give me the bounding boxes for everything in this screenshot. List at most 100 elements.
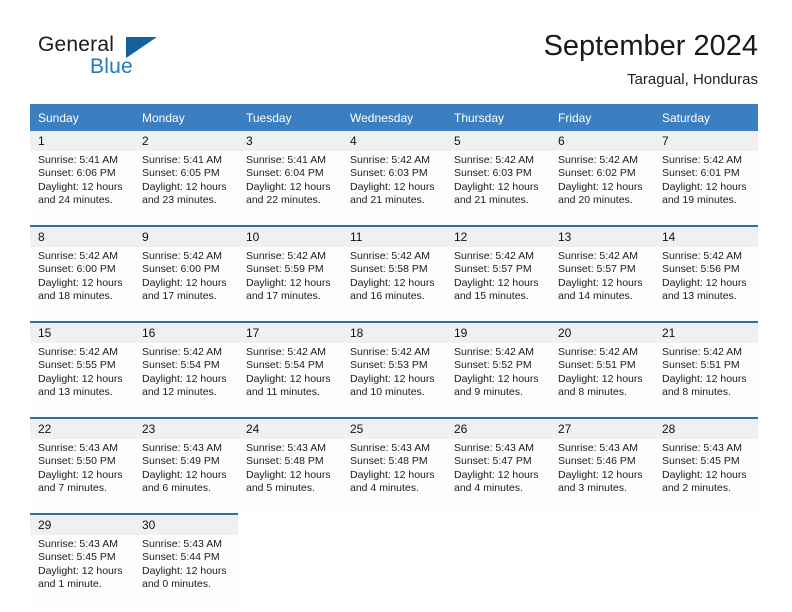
daylight-text-line2: and 2 minutes. [662, 482, 731, 495]
day-cell[interactable]: Sunrise: 5:42 AM Sunset: 5:54 PM Dayligh… [238, 343, 342, 418]
day-cell[interactable]: Sunrise: 5:42 AM Sunset: 5:51 PM Dayligh… [550, 343, 654, 418]
daylight-text-line2: and 21 minutes. [350, 194, 425, 207]
day-cell[interactable]: Sunrise: 5:41 AM Sunset: 6:05 PM Dayligh… [134, 151, 238, 226]
day-number[interactable]: 13 [550, 225, 654, 247]
daylight-text-line2: and 11 minutes. [246, 386, 320, 399]
day-number[interactable]: 26 [446, 417, 550, 439]
day-number[interactable]: 11 [342, 225, 446, 247]
daylight-text-line2: and 8 minutes. [558, 386, 627, 399]
day-cell[interactable]: Sunrise: 5:42 AM Sunset: 6:02 PM Dayligh… [550, 151, 654, 226]
day-cell[interactable]: Sunrise: 5:43 AM Sunset: 5:48 PM Dayligh… [238, 439, 342, 514]
day-cell[interactable]: Sunrise: 5:41 AM Sunset: 6:06 PM Dayligh… [30, 151, 134, 226]
day-number[interactable]: 4 [342, 131, 446, 151]
sunrise-text: Sunrise: 5:42 AM [454, 154, 534, 166]
day-number[interactable]: 7 [654, 131, 758, 151]
day-cell[interactable]: Sunrise: 5:43 AM Sunset: 5:47 PM Dayligh… [446, 439, 550, 514]
day-cell[interactable]: Sunrise: 5:42 AM Sunset: 5:56 PM Dayligh… [654, 247, 758, 322]
daylight-text-line2: and 4 minutes. [454, 482, 523, 495]
day-cell[interactable]: Sunrise: 5:42 AM Sunset: 5:53 PM Dayligh… [342, 343, 446, 418]
day-number[interactable]: 18 [342, 321, 446, 343]
day-cell[interactable]: Sunrise: 5:42 AM Sunset: 6:03 PM Dayligh… [446, 151, 550, 226]
day-number[interactable]: 8 [30, 225, 134, 247]
day-cell[interactable]: Sunrise: 5:42 AM Sunset: 6:00 PM Dayligh… [134, 247, 238, 322]
daylight-text-line1: Daylight: 12 hours [142, 276, 227, 289]
day-cell[interactable]: Sunrise: 5:42 AM Sunset: 5:52 PM Dayligh… [446, 343, 550, 418]
sunrise-text: Sunrise: 5:42 AM [142, 250, 222, 262]
day-cell[interactable]: Sunrise: 5:42 AM Sunset: 5:57 PM Dayligh… [550, 247, 654, 322]
day-cell[interactable]: Sunrise: 5:43 AM Sunset: 5:46 PM Dayligh… [550, 439, 654, 514]
day-number[interactable]: 23 [134, 417, 238, 439]
day-cell[interactable]: Sunrise: 5:42 AM Sunset: 6:01 PM Dayligh… [654, 151, 758, 226]
daylight-text-line2: and 10 minutes. [350, 386, 425, 399]
day-cell[interactable]: Sunrise: 5:43 AM Sunset: 5:49 PM Dayligh… [134, 439, 238, 514]
empty-day-cell [446, 535, 550, 609]
day-cell[interactable]: Sunrise: 5:43 AM Sunset: 5:44 PM Dayligh… [134, 535, 238, 609]
title-block: September 2024 Taragual, Honduras [544, 28, 758, 90]
sunset-text: Sunset: 6:06 PM [38, 167, 116, 180]
day-cell[interactable]: Sunrise: 5:42 AM Sunset: 6:00 PM Dayligh… [30, 247, 134, 322]
daylight-text-line2: and 3 minutes. [558, 482, 627, 495]
day-number[interactable]: 15 [30, 321, 134, 343]
general-blue-logo[interactable]: General Blue [38, 33, 238, 89]
daylight-text-line1: Daylight: 12 hours [454, 468, 539, 481]
day-number[interactable]: 10 [238, 225, 342, 247]
sunset-text: Sunset: 5:54 PM [142, 359, 220, 372]
day-cell[interactable]: Sunrise: 5:42 AM Sunset: 5:54 PM Dayligh… [134, 343, 238, 418]
weekday-header-monday: Monday [134, 104, 238, 131]
weekday-header-thursday: Thursday [446, 104, 550, 131]
day-number[interactable]: 20 [550, 321, 654, 343]
day-number[interactable]: 29 [30, 513, 134, 535]
day-number[interactable]: 25 [342, 417, 446, 439]
day-number[interactable]: 19 [446, 321, 550, 343]
day-number[interactable]: 9 [134, 225, 238, 247]
daylight-text-line1: Daylight: 12 hours [350, 468, 435, 481]
daylight-text-line1: Daylight: 12 hours [558, 468, 643, 481]
day-number[interactable]: 1 [30, 131, 134, 151]
day-number[interactable]: 6 [550, 131, 654, 151]
day-number[interactable]: 30 [134, 513, 238, 535]
day-cell[interactable]: Sunrise: 5:42 AM Sunset: 5:57 PM Dayligh… [446, 247, 550, 322]
empty-day-cell [446, 514, 550, 535]
day-cell[interactable]: Sunrise: 5:43 AM Sunset: 5:45 PM Dayligh… [30, 535, 134, 609]
day-number[interactable]: 28 [654, 417, 758, 439]
day-number[interactable]: 16 [134, 321, 238, 343]
day-cell[interactable]: Sunrise: 5:42 AM Sunset: 5:58 PM Dayligh… [342, 247, 446, 322]
day-cell[interactable]: Sunrise: 5:43 AM Sunset: 5:50 PM Dayligh… [30, 439, 134, 514]
sunset-text: Sunset: 5:57 PM [454, 263, 532, 276]
day-number[interactable]: 3 [238, 131, 342, 151]
day-number[interactable]: 2 [134, 131, 238, 151]
day-cell[interactable]: Sunrise: 5:43 AM Sunset: 5:48 PM Dayligh… [342, 439, 446, 514]
week-2-info-row: Sunrise: 5:42 AM Sunset: 6:00 PM Dayligh… [30, 247, 758, 322]
sunset-text: Sunset: 5:51 PM [558, 359, 636, 372]
day-cell[interactable]: Sunrise: 5:42 AM Sunset: 5:55 PM Dayligh… [30, 343, 134, 418]
week-3-info-row: Sunrise: 5:42 AM Sunset: 5:55 PM Dayligh… [30, 343, 758, 418]
daylight-text-line1: Daylight: 12 hours [662, 468, 747, 481]
sunset-text: Sunset: 6:00 PM [38, 263, 116, 276]
day-number[interactable]: 27 [550, 417, 654, 439]
day-number[interactable]: 12 [446, 225, 550, 247]
weekday-header-sunday: Sunday [30, 104, 134, 131]
day-number[interactable]: 17 [238, 321, 342, 343]
sunset-text: Sunset: 5:47 PM [454, 455, 532, 468]
week-4-daynum-row: 22 23 24 25 26 27 28 [30, 417, 758, 439]
day-cell[interactable]: Sunrise: 5:41 AM Sunset: 6:04 PM Dayligh… [238, 151, 342, 226]
page-header: General Blue September 2024 Taragual, Ho… [0, 0, 792, 100]
sunset-text: Sunset: 6:02 PM [558, 167, 636, 180]
sunset-text: Sunset: 5:50 PM [38, 455, 116, 468]
daylight-text-line2: and 22 minutes. [246, 194, 321, 207]
day-number[interactable]: 21 [654, 321, 758, 343]
daylight-text-line1: Daylight: 12 hours [38, 180, 123, 193]
daylight-text-line2: and 14 minutes. [558, 290, 633, 303]
sunset-text: Sunset: 5:59 PM [246, 263, 324, 276]
day-cell[interactable]: Sunrise: 5:42 AM Sunset: 5:51 PM Dayligh… [654, 343, 758, 418]
day-cell[interactable]: Sunrise: 5:42 AM Sunset: 6:03 PM Dayligh… [342, 151, 446, 226]
sunrise-text: Sunrise: 5:42 AM [350, 250, 430, 262]
day-number[interactable]: 5 [446, 131, 550, 151]
day-cell[interactable]: Sunrise: 5:42 AM Sunset: 5:59 PM Dayligh… [238, 247, 342, 322]
sunset-text: Sunset: 5:51 PM [662, 359, 740, 372]
day-number[interactable]: 14 [654, 225, 758, 247]
day-number[interactable]: 24 [238, 417, 342, 439]
daylight-text-line2: and 20 minutes. [558, 194, 633, 207]
day-cell[interactable]: Sunrise: 5:43 AM Sunset: 5:45 PM Dayligh… [654, 439, 758, 514]
day-number[interactable]: 22 [30, 417, 134, 439]
